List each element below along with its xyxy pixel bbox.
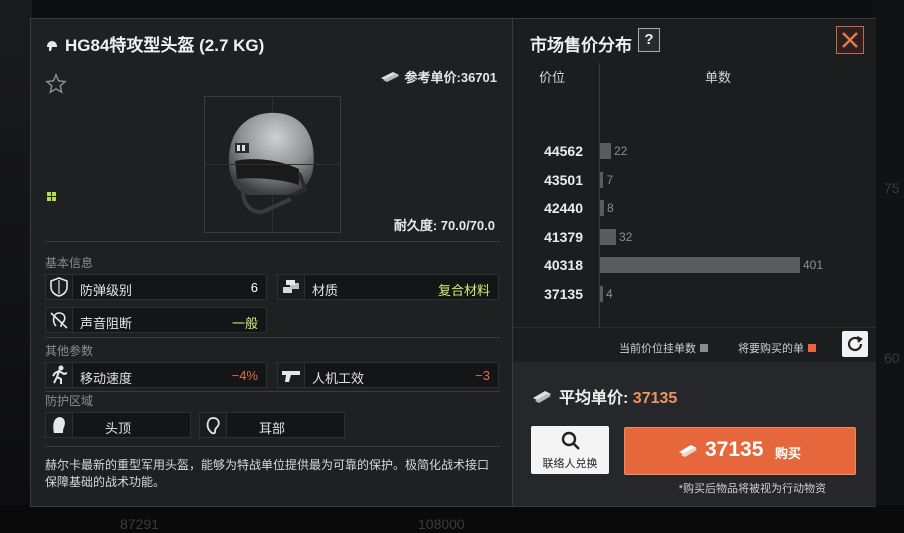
divider (45, 337, 500, 338)
running-icon (52, 365, 68, 384)
purchase-note: *购买后物品将被视为行动物资 (678, 483, 826, 495)
close-icon (842, 32, 858, 48)
legend-buy-label: 将要购买的单 (738, 343, 804, 355)
background-right (872, 0, 904, 533)
market-panel: 市场售价分布 ? 价位 单数 44562 22 43501 7 42440 8 41379 3… (512, 19, 876, 506)
cash-icon (533, 391, 551, 403)
legend-buy: 将要购买的单 (738, 340, 816, 356)
divider (45, 391, 500, 392)
legend-swatch (808, 344, 816, 352)
help-button[interactable]: ? (638, 28, 660, 52)
helmet-icon (47, 41, 57, 51)
bar-value-label: 7 (606, 172, 614, 187)
price-tick-label: 43501 (544, 171, 583, 188)
item-info-panel: HG84特攻型头盔 (2.7 KG) 参考单价:36701 耐久度: 70.0/… (31, 19, 511, 506)
average-price-value: 37135 (632, 390, 678, 407)
section-protect-zone: 防护区域 (45, 394, 94, 408)
divider (45, 446, 500, 447)
price-bar (600, 257, 800, 274)
bar-value-label: 22 (613, 144, 628, 158)
average-price-label: 平均单价: (559, 390, 629, 407)
stat-label: 防弹级别 (80, 283, 133, 298)
divider (45, 241, 500, 242)
background-price-text: 87291 (120, 516, 159, 532)
cash-icon (679, 445, 697, 457)
durability-value: 耐久度: 70.0/70.0 (393, 218, 495, 233)
background-text: 60 (884, 350, 900, 366)
item-title-text: HG84特攻型头盔 (2.7 KG) (65, 36, 265, 55)
buy-button[interactable]: 37135 购买 (624, 427, 856, 475)
stat-label: 声音阻断 (80, 316, 133, 331)
price-distribution-chart: 44562 22 43501 7 42440 8 41379 32 40318 401 37135 4 (513, 63, 876, 328)
background-left (0, 0, 32, 533)
background-price-text: 108000 (418, 516, 465, 532)
stat-value: 复合材料 (437, 283, 490, 298)
zone-label: 头顶 (104, 421, 131, 436)
price-tick-label: 37135 (544, 286, 583, 302)
cash-icon (380, 72, 399, 82)
average-price: 平均单价: 37135 (531, 384, 677, 408)
refresh-icon (847, 336, 863, 352)
purchase-section: 平均单价: 37135 联络人兑换 37135 购买 *购买后物品将被视为行动物… (513, 362, 876, 506)
price-tick-label: 44562 (544, 143, 583, 159)
shield-icon (50, 277, 68, 297)
search-icon (561, 431, 580, 450)
contact-exchange-label: 联络人兑换 (542, 458, 598, 470)
refresh-button[interactable] (842, 331, 868, 357)
stat-label: 人机工效 (312, 371, 365, 386)
stat-value: −3 (475, 368, 490, 383)
price-bar (600, 286, 603, 302)
price-bar (600, 143, 611, 159)
price-tick-label: 42440 (544, 200, 583, 217)
stat-label: 材质 (312, 283, 339, 298)
stat-ergonomics: 人机工效 −3 (277, 362, 499, 388)
stat-sound-block: 声音阻断 一般 (45, 307, 267, 333)
buy-label: 购买 (775, 446, 802, 461)
bar-value-label: 8 (606, 201, 614, 216)
bar-value-label: 401 (803, 258, 824, 273)
price-tick-label: 40318 (544, 257, 583, 274)
helmet-image (228, 112, 314, 214)
zone-label: 耳部 (258, 421, 285, 436)
stat-label: 移动速度 (80, 371, 133, 386)
ear-blocked-icon (50, 312, 68, 329)
stat-armor-class: 防弹级别 6 (45, 274, 267, 300)
item-image-frame (204, 96, 341, 233)
background-text: 75 (884, 180, 900, 196)
market-title: 市场售价分布 (530, 36, 632, 55)
stat-value: 一般 (231, 316, 258, 331)
reference-price-text: 参考单价:36701 (404, 70, 497, 85)
bar-value-label: 32 (618, 229, 633, 244)
zone-ear: 耳部 (199, 412, 345, 438)
favorite-star-icon[interactable] (45, 73, 67, 95)
stat-value: −4% (231, 368, 258, 383)
stat-value: 6 (250, 280, 258, 295)
material-icon (283, 280, 299, 293)
buy-price: 37135 (705, 438, 764, 461)
item-title: HG84特攻型头盔 (2.7 KG) (45, 31, 264, 56)
grid-size-icon (47, 192, 56, 201)
bar-value-label: 4 (606, 287, 613, 301)
contact-exchange-button[interactable]: 联络人兑换 (531, 426, 609, 474)
pistol-icon (282, 371, 300, 382)
item-description: 赫尔卡最新的重型军用头盔，能够为特战单位提供最为可靠的保护。极简化战术接口保障基… (45, 458, 490, 489)
stat-move-speed: 移动速度 −4% (45, 362, 267, 388)
legend-current-label: 当前价位挂单数 (619, 343, 696, 355)
reference-price: 参考单价:36701 (379, 67, 497, 86)
stat-material: 材质 复合材料 (277, 274, 499, 300)
price-tick-label: 41379 (544, 228, 583, 245)
chart-legend: 当前价位挂单数 将要购买的单 (513, 327, 876, 362)
item-detail-dialog: HG84特攻型头盔 (2.7 KG) 参考单价:36701 耐久度: 70.0/… (30, 18, 876, 507)
price-bar (600, 228, 616, 245)
legend-current: 当前价位挂单数 (619, 340, 708, 356)
price-bar (600, 200, 604, 217)
price-bar (600, 171, 604, 188)
close-button[interactable] (836, 26, 864, 54)
section-other-params: 其他参数 (45, 344, 94, 358)
zone-head: 头顶 (45, 412, 191, 438)
section-basic-info: 基本信息 (45, 256, 94, 270)
legend-swatch (700, 344, 708, 352)
